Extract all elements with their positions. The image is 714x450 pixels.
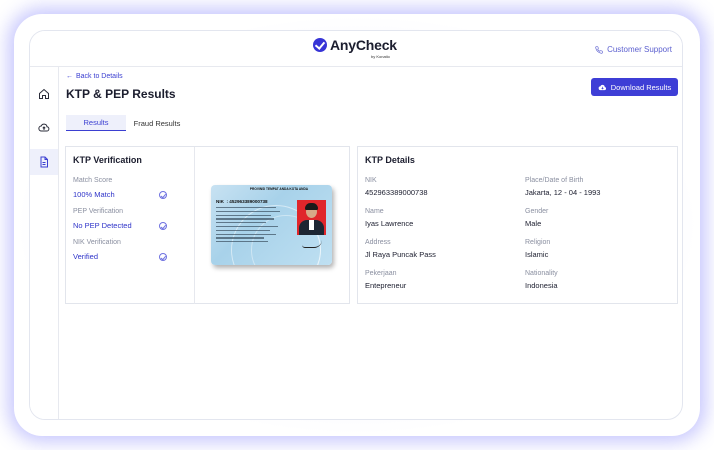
- logo-text: AnyCheck: [330, 37, 397, 53]
- ktp-card-photo: [297, 200, 326, 235]
- sidebar-item-documents[interactable]: [30, 149, 58, 175]
- back-label: Back to Details: [76, 73, 123, 80]
- logo[interactable]: AnyCheck by Konatio: [313, 37, 397, 59]
- phone-icon: [595, 45, 603, 54]
- logo-subtitle: by Konatio: [371, 54, 390, 59]
- customer-support-label: Customer Support: [607, 45, 672, 54]
- ktp-card-header: PROVINSI TEMPAT ANDA KOTA ANDA: [249, 187, 309, 191]
- check-circle-icon: [159, 253, 167, 261]
- ktp-card-image: PROVINSI TEMPAT ANDA KOTA ANDA NIK : 452…: [211, 185, 332, 265]
- app-window: AnyCheck by Konatio Customer Support ← B…: [29, 30, 683, 420]
- ktp-card-fields: [216, 207, 286, 245]
- name-value: Iyas Lawrence: [365, 219, 414, 228]
- download-results-button[interactable]: Download Results: [591, 78, 678, 96]
- occupation-label: Pekerjaan: [365, 270, 397, 277]
- check-circle-icon: [313, 38, 327, 52]
- tab-fraud-results[interactable]: Fraud Results: [126, 115, 188, 131]
- occupation-value: Entepreneur: [365, 281, 407, 290]
- nik-value: 452963389000738: [365, 188, 428, 197]
- back-link[interactable]: ← Back to Details: [66, 73, 123, 80]
- pep-verification-label: PEP Verification: [73, 208, 124, 215]
- cloud-upload-icon: [38, 123, 50, 132]
- check-circle-icon: [159, 191, 167, 199]
- arrow-left-icon: ←: [66, 73, 73, 80]
- pep-verification-value: No PEP Detected: [73, 221, 132, 230]
- ktp-verification-title: KTP Verification: [73, 155, 142, 165]
- nik-label: NIK: [365, 177, 377, 184]
- download-results-label: Download Results: [610, 82, 672, 92]
- birth-value: Jakarta, 12 - 04 - 1993: [525, 188, 601, 197]
- ktp-details-card: KTP Details NIK 452963389000738 Place/Da…: [357, 146, 678, 304]
- gender-value: Male: [525, 219, 542, 228]
- sidebar-item-upload[interactable]: [30, 115, 58, 141]
- address-label: Address: [365, 239, 391, 246]
- sidebar-item-home[interactable]: [30, 81, 58, 107]
- home-icon: [39, 88, 49, 99]
- ktp-details-title: KTP Details: [365, 155, 415, 165]
- page-title: KTP & PEP Results: [66, 87, 176, 101]
- match-score-label: Match Score: [73, 177, 113, 184]
- check-circle-icon: [159, 222, 167, 230]
- nik-verification-value: Verified: [73, 252, 99, 261]
- nationality-label: Nationality: [525, 270, 558, 277]
- gender-label: Gender: [525, 208, 549, 215]
- document-icon: [40, 156, 48, 168]
- birth-label: Place/Date of Birth: [525, 177, 584, 184]
- cloud-download-icon: [598, 84, 606, 90]
- side-nav: [30, 67, 59, 419]
- tab-results[interactable]: Results: [66, 115, 126, 131]
- address-value: Jl Raya Puncak Pass: [365, 250, 436, 259]
- religion-value: Islamic: [525, 250, 549, 259]
- nationality-value: Indonesia: [525, 281, 558, 290]
- card-divider: [194, 147, 195, 304]
- ktp-verification-card: KTP Verification Match Score 100% Match …: [65, 146, 350, 304]
- nik-verification-label: NIK Verification: [73, 239, 121, 246]
- name-label: Name: [365, 208, 384, 215]
- top-bar: AnyCheck by Konatio Customer Support: [30, 31, 682, 67]
- customer-support-link[interactable]: Customer Support: [595, 45, 672, 54]
- religion-label: Religion: [525, 239, 551, 246]
- ktp-card-nik: NIK : 452963389000738: [216, 199, 268, 204]
- match-score-value: 100% Match: [73, 190, 115, 199]
